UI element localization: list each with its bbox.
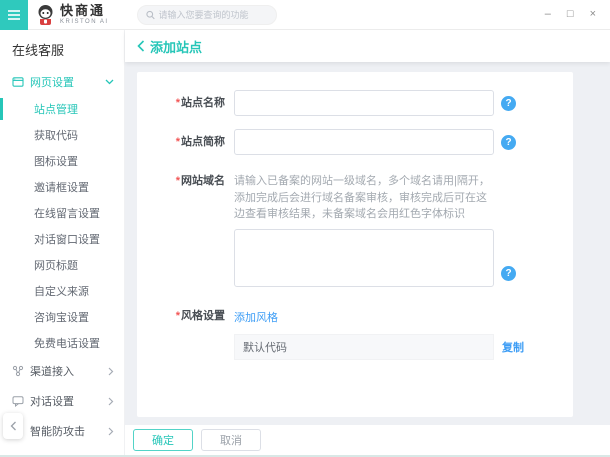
hamburger-icon: [7, 9, 21, 21]
style-settings-row: *风格设置 添加风格 默认代码 复制: [155, 303, 573, 360]
sidebar-title: 在线客服: [0, 30, 124, 68]
sidebar-item-free-phone[interactable]: 免费电话设置: [0, 330, 124, 356]
form-footer: 确定 取消: [125, 425, 610, 455]
add-site-form-card: *站点名称 ? *站点简称 ? *网站域名 请输入已备案的网站一级域名，多个域名…: [137, 72, 573, 417]
site-name-label: *站点名称: [155, 90, 225, 116]
sidebar-group-label: 网页设置: [30, 74, 105, 90]
site-short-name-row: *站点简称 ?: [155, 129, 573, 155]
site-short-name-help-icon[interactable]: ?: [501, 135, 516, 150]
sidebar-item-get-code[interactable]: 获取代码: [0, 122, 124, 148]
site-name-help-icon[interactable]: ?: [501, 96, 516, 111]
copy-link[interactable]: 复制: [502, 339, 524, 355]
chevron-left-icon: [10, 421, 17, 431]
sidebar: 在线客服 网页设置 站点管理 获取代码 图标设置 邀请框设置 在线留言设置 对话…: [0, 30, 125, 455]
chat-settings-icon: [12, 395, 24, 407]
site-domain-textarea[interactable]: [234, 229, 494, 287]
chevron-right-icon: [108, 367, 114, 376]
required-mark: *: [176, 136, 180, 148]
sidebar-group-label: 对话设置: [30, 393, 108, 409]
site-short-name-label: *站点简称: [155, 129, 225, 155]
sidebar-item-site-management[interactable]: 站点管理: [0, 96, 124, 122]
site-domain-label: *网站域名: [155, 168, 225, 290]
mascot-icon: [35, 4, 56, 26]
sidebar-item-custom-source[interactable]: 自定义来源: [0, 278, 124, 304]
window-controls: – □ ×: [545, 9, 596, 20]
maximize-button[interactable]: □: [567, 9, 574, 20]
sidebar-group-label: 智能防攻击: [30, 423, 108, 439]
global-search[interactable]: [137, 5, 277, 25]
sidebar-group-customer-management[interactable]: 客户管理: [0, 446, 124, 455]
menu-toggle-button[interactable]: [0, 0, 28, 30]
sidebar-item-page-title[interactable]: 网页标题: [0, 252, 124, 278]
content-area: *站点名称 ? *站点简称 ? *网站域名 请输入已备案的网站一级域名，多个域名…: [125, 62, 610, 425]
brand-name: 快商通: [60, 4, 109, 17]
sidebar-item-chat-window[interactable]: 对话窗口设置: [0, 226, 124, 252]
back-button[interactable]: [137, 40, 145, 52]
sidebar-collapse-button[interactable]: [3, 413, 23, 439]
back-arrow-icon: [137, 40, 145, 52]
add-style-link[interactable]: 添加风格: [234, 303, 278, 325]
site-domain-help-icon[interactable]: ?: [501, 266, 516, 281]
page-title: 添加站点: [150, 37, 202, 56]
required-mark: *: [176, 175, 180, 187]
site-short-name-input[interactable]: [234, 129, 494, 155]
web-settings-icon: [12, 76, 24, 88]
sidebar-group-web-settings[interactable]: 网页设置: [0, 68, 124, 96]
app-logo: 快商通 KRISTON AI: [35, 4, 109, 26]
cancel-button[interactable]: 取消: [201, 429, 261, 451]
minimize-button[interactable]: –: [545, 9, 551, 20]
site-name-input[interactable]: [234, 90, 494, 116]
sidebar-item-invite-box[interactable]: 邀请框设置: [0, 174, 124, 200]
chevron-right-icon: [108, 427, 114, 436]
brand-subtitle: KRISTON AI: [60, 19, 109, 25]
style-settings-label: *风格设置: [155, 303, 225, 360]
confirm-button[interactable]: 确定: [133, 429, 193, 451]
search-icon: [146, 10, 155, 20]
default-code-item: 默认代码: [234, 334, 494, 360]
close-button[interactable]: ×: [590, 9, 596, 20]
chevron-down-icon: [105, 79, 114, 85]
sidebar-item-online-message[interactable]: 在线留言设置: [0, 200, 124, 226]
required-mark: *: [176, 310, 180, 322]
sidebar-group-label: 渠道接入: [30, 363, 108, 379]
main-area: 添加站点 *站点名称 ? *站点简称 ? *网站域名 请输入已备案的网站一级域: [125, 30, 610, 455]
channel-icon: [12, 365, 24, 377]
sidebar-group-channel-access[interactable]: 渠道接入: [0, 356, 124, 386]
search-input[interactable]: [159, 10, 268, 20]
sidebar-item-zixunbao[interactable]: 咨询宝设置: [0, 304, 124, 330]
top-bar: 快商通 KRISTON AI – □ ×: [0, 0, 610, 30]
sidebar-item-icon-settings[interactable]: 图标设置: [0, 148, 124, 174]
domain-hint-text: 请输入已备案的网站一级域名，多个域名请用|隔开，添加完成后会进行域名备案审核，审…: [234, 168, 494, 223]
page-header: 添加站点: [125, 30, 610, 62]
required-mark: *: [176, 97, 180, 109]
sidebar-group-chat-settings[interactable]: 对话设置: [0, 386, 124, 416]
site-domain-row: *网站域名 请输入已备案的网站一级域名，多个域名请用|隔开，添加完成后会进行域名…: [155, 168, 573, 290]
chevron-right-icon: [108, 397, 114, 406]
site-name-row: *站点名称 ?: [155, 90, 573, 116]
